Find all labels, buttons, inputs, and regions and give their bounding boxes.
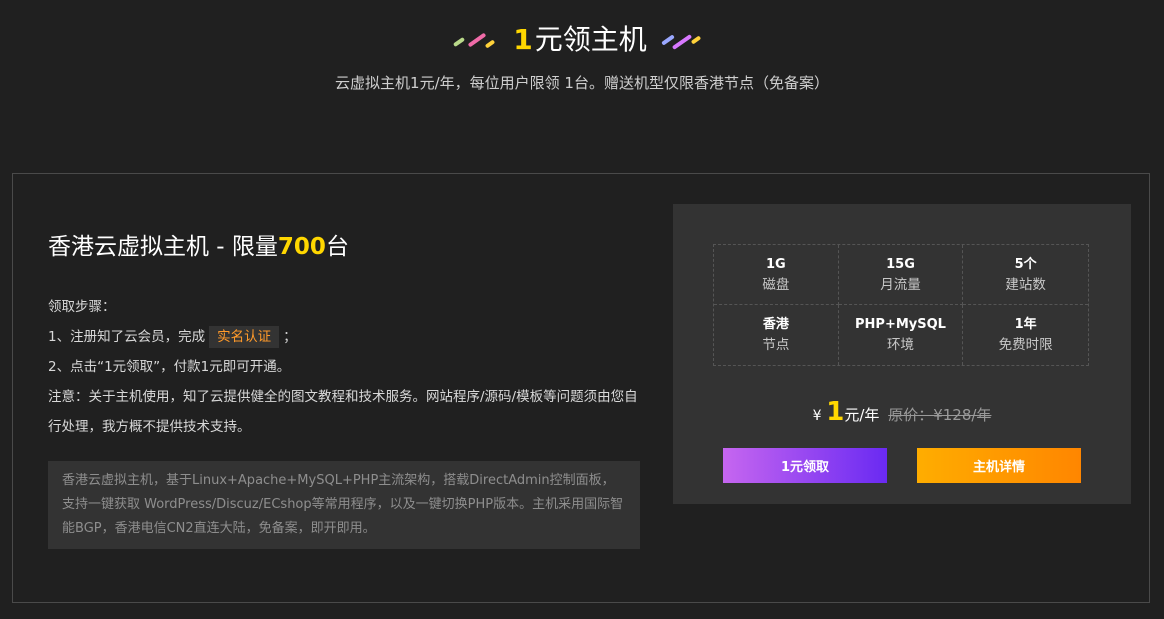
claim-button[interactable]: 1元领取 [723, 448, 887, 483]
spec-value: 1年 [1014, 317, 1037, 332]
price-amount: 1 [826, 397, 845, 427]
spec-environment: PHP+MySQL 环境 [839, 305, 964, 365]
spec-label: 节点 [762, 337, 790, 353]
spec-value: 香港 [762, 317, 789, 332]
spec-free-period: 1年 免费时限 [963, 305, 1088, 365]
product-title-quantity: 700 [277, 234, 326, 260]
spec-value: 5个 [1014, 256, 1037, 272]
product-description: 香港云虚拟主机，基于Linux+Apache+MySQL+PHP主流架构，搭载D… [48, 461, 640, 549]
currency-symbol: ¥ [812, 408, 822, 424]
spec-grid: 1G 磁盘 15G 月流量 5个 建站数 香港 节点 PHP+MySQL 环境 … [713, 244, 1089, 366]
spec-disk: 1G 磁盘 [714, 245, 839, 305]
price-line: ¥ 1元/年 原价：¥128/年 [673, 396, 1131, 432]
support-note: 注意：关于主机使用，知了云提供健全的图文教程和技术服务。网站程序/源码/模板等问… [48, 389, 638, 435]
product-title-suffix: 台 [325, 234, 349, 260]
step-1-end: ； [283, 329, 297, 345]
product-title-prefix: 香港云虚拟主机 - 限量 [48, 234, 278, 260]
offer-card: 香港云虚拟主机 - 限量700台 领取步骤： 1、注册知了云会员，完成 实名认证；… [12, 173, 1150, 603]
spec-label: 月流量 [880, 276, 921, 293]
product-title: 香港云虚拟主机 - 限量700台 [48, 230, 349, 264]
spec-label: 磁盘 [762, 276, 790, 293]
spec-label: 环境 [886, 337, 914, 353]
steps-heading: 领取步骤： [48, 299, 116, 315]
spec-value: PHP+MySQL [855, 317, 946, 332]
confetti-decoration-right [660, 20, 713, 60]
spec-sites: 5个 建站数 [963, 245, 1088, 305]
host-details-button[interactable]: 主机详情 [917, 448, 1081, 483]
promo-subtitle: 云虚拟主机1元/年，每位用户限领 1台。赠送机型仅限香港节点（免备案） [335, 74, 829, 92]
spec-label: 免费时限 [998, 337, 1053, 353]
promo-heading: 1 元领主机 [0, 20, 1164, 60]
step-1: 1、注册知了云会员，完成 实名认证； [48, 322, 648, 352]
plan-panel: 1G 磁盘 15G 月流量 5个 建站数 香港 节点 PHP+MySQL 环境 … [673, 204, 1131, 504]
confetti-decoration-left [451, 20, 503, 60]
claim-steps: 领取步骤： 1、注册知了云会员，完成 实名认证； 2、点击“1元领取”，付款1元即… [48, 292, 648, 442]
heading-number: 1 [513, 23, 533, 56]
step-1-text: 1、注册知了云会员，完成 [48, 329, 206, 345]
spec-node: 香港 节点 [714, 305, 839, 365]
price-unit: 元/年 [844, 406, 880, 424]
spec-label: 建站数 [1005, 276, 1046, 293]
step-2: 2、点击“1元领取”，付款1元即可开通。 [48, 359, 291, 375]
spec-value: 1G [765, 256, 786, 272]
spec-traffic: 15G 月流量 [838, 245, 964, 305]
spec-value: 15G [886, 256, 915, 272]
real-name-verification-link[interactable]: 实名认证 [209, 326, 280, 348]
page: 1 元领主机 云虚拟主机1元/年，每位用户限领 1台。赠送机型仅限香港节点（免备… [0, 0, 1164, 619]
heading-text: 元领主机 [534, 23, 647, 56]
original-price: 原价：¥128/年 [888, 406, 992, 424]
